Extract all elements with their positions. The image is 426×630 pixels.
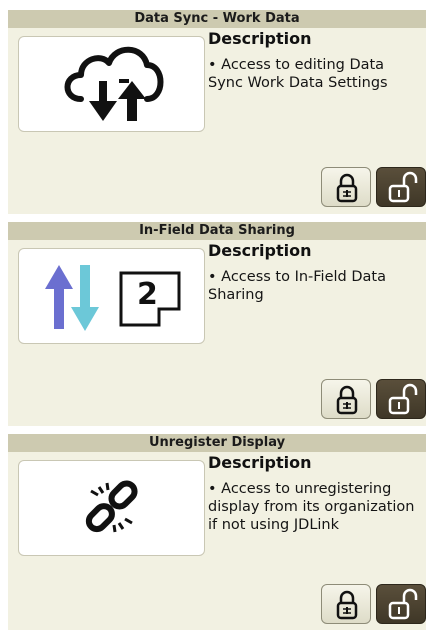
- unlock-icon: [388, 383, 418, 415]
- panel-title: Unregister Display: [8, 434, 426, 452]
- lock-button[interactable]: [321, 584, 371, 624]
- description-heading: Description: [208, 453, 312, 472]
- unlock-button[interactable]: [376, 379, 426, 419]
- lock-button[interactable]: [321, 167, 371, 207]
- lock-button[interactable]: [321, 379, 371, 419]
- permission-panel-in-field-sharing: In-Field Data Sharing 2 Description • Ac…: [8, 222, 426, 426]
- description-heading: Description: [208, 241, 312, 260]
- panel-title: In-Field Data Sharing: [8, 222, 426, 240]
- cloud-sync-icon: [64, 46, 164, 121]
- broken-link-icon: [85, 480, 138, 533]
- icon-box: 2: [18, 248, 205, 344]
- icon-box: [18, 36, 205, 132]
- description-text: • Access to unregistering display from i…: [208, 481, 415, 533]
- lock-icon: [336, 385, 358, 415]
- data-sharing-icon: [45, 265, 181, 331]
- description-heading: Description: [208, 29, 312, 48]
- unlock-icon: [388, 588, 418, 620]
- permission-panel-data-sync: Data Sync - Work Data Description • Acce…: [8, 10, 426, 214]
- lock-icon: [336, 173, 358, 203]
- unlock-button[interactable]: [376, 584, 426, 624]
- permission-panel-unregister-display: Unregister Display Description • Access …: [8, 434, 426, 630]
- device-number: 2: [137, 277, 158, 312]
- description-text: • Access to In-Field Data Sharing: [208, 269, 386, 303]
- icon-box: [18, 460, 205, 556]
- unlock-icon: [388, 171, 418, 203]
- unlock-button[interactable]: [376, 167, 426, 207]
- description-text: • Access to editing Data Sync Work Data …: [208, 57, 388, 91]
- panel-title: Data Sync - Work Data: [8, 10, 426, 28]
- lock-icon: [336, 590, 358, 620]
